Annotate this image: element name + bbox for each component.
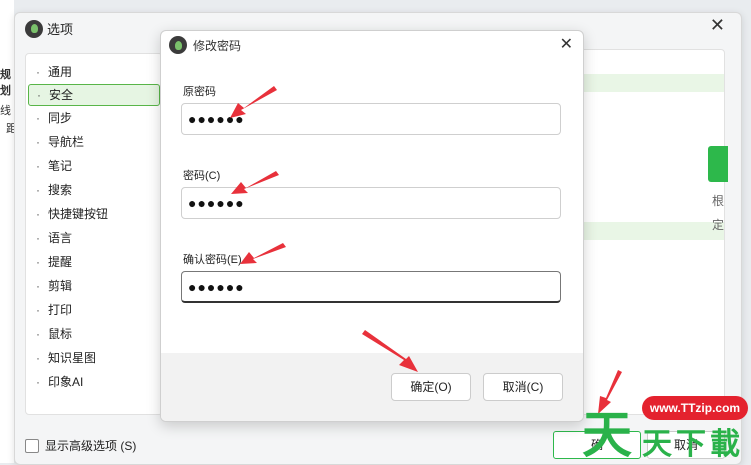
arrow-icon [362,330,418,372]
annotation-arrows [230,86,622,414]
arrow-icon [240,243,286,264]
watermark-text: 載 [710,427,740,462]
arrow-icon [231,171,279,194]
watermark-site-badge: www.TTzip.com [642,396,748,420]
watermark-text: 天 [642,427,672,462]
watermark-text: 天 [582,406,632,464]
arrow-icon [230,86,277,118]
watermark-text: 下 [676,427,706,462]
